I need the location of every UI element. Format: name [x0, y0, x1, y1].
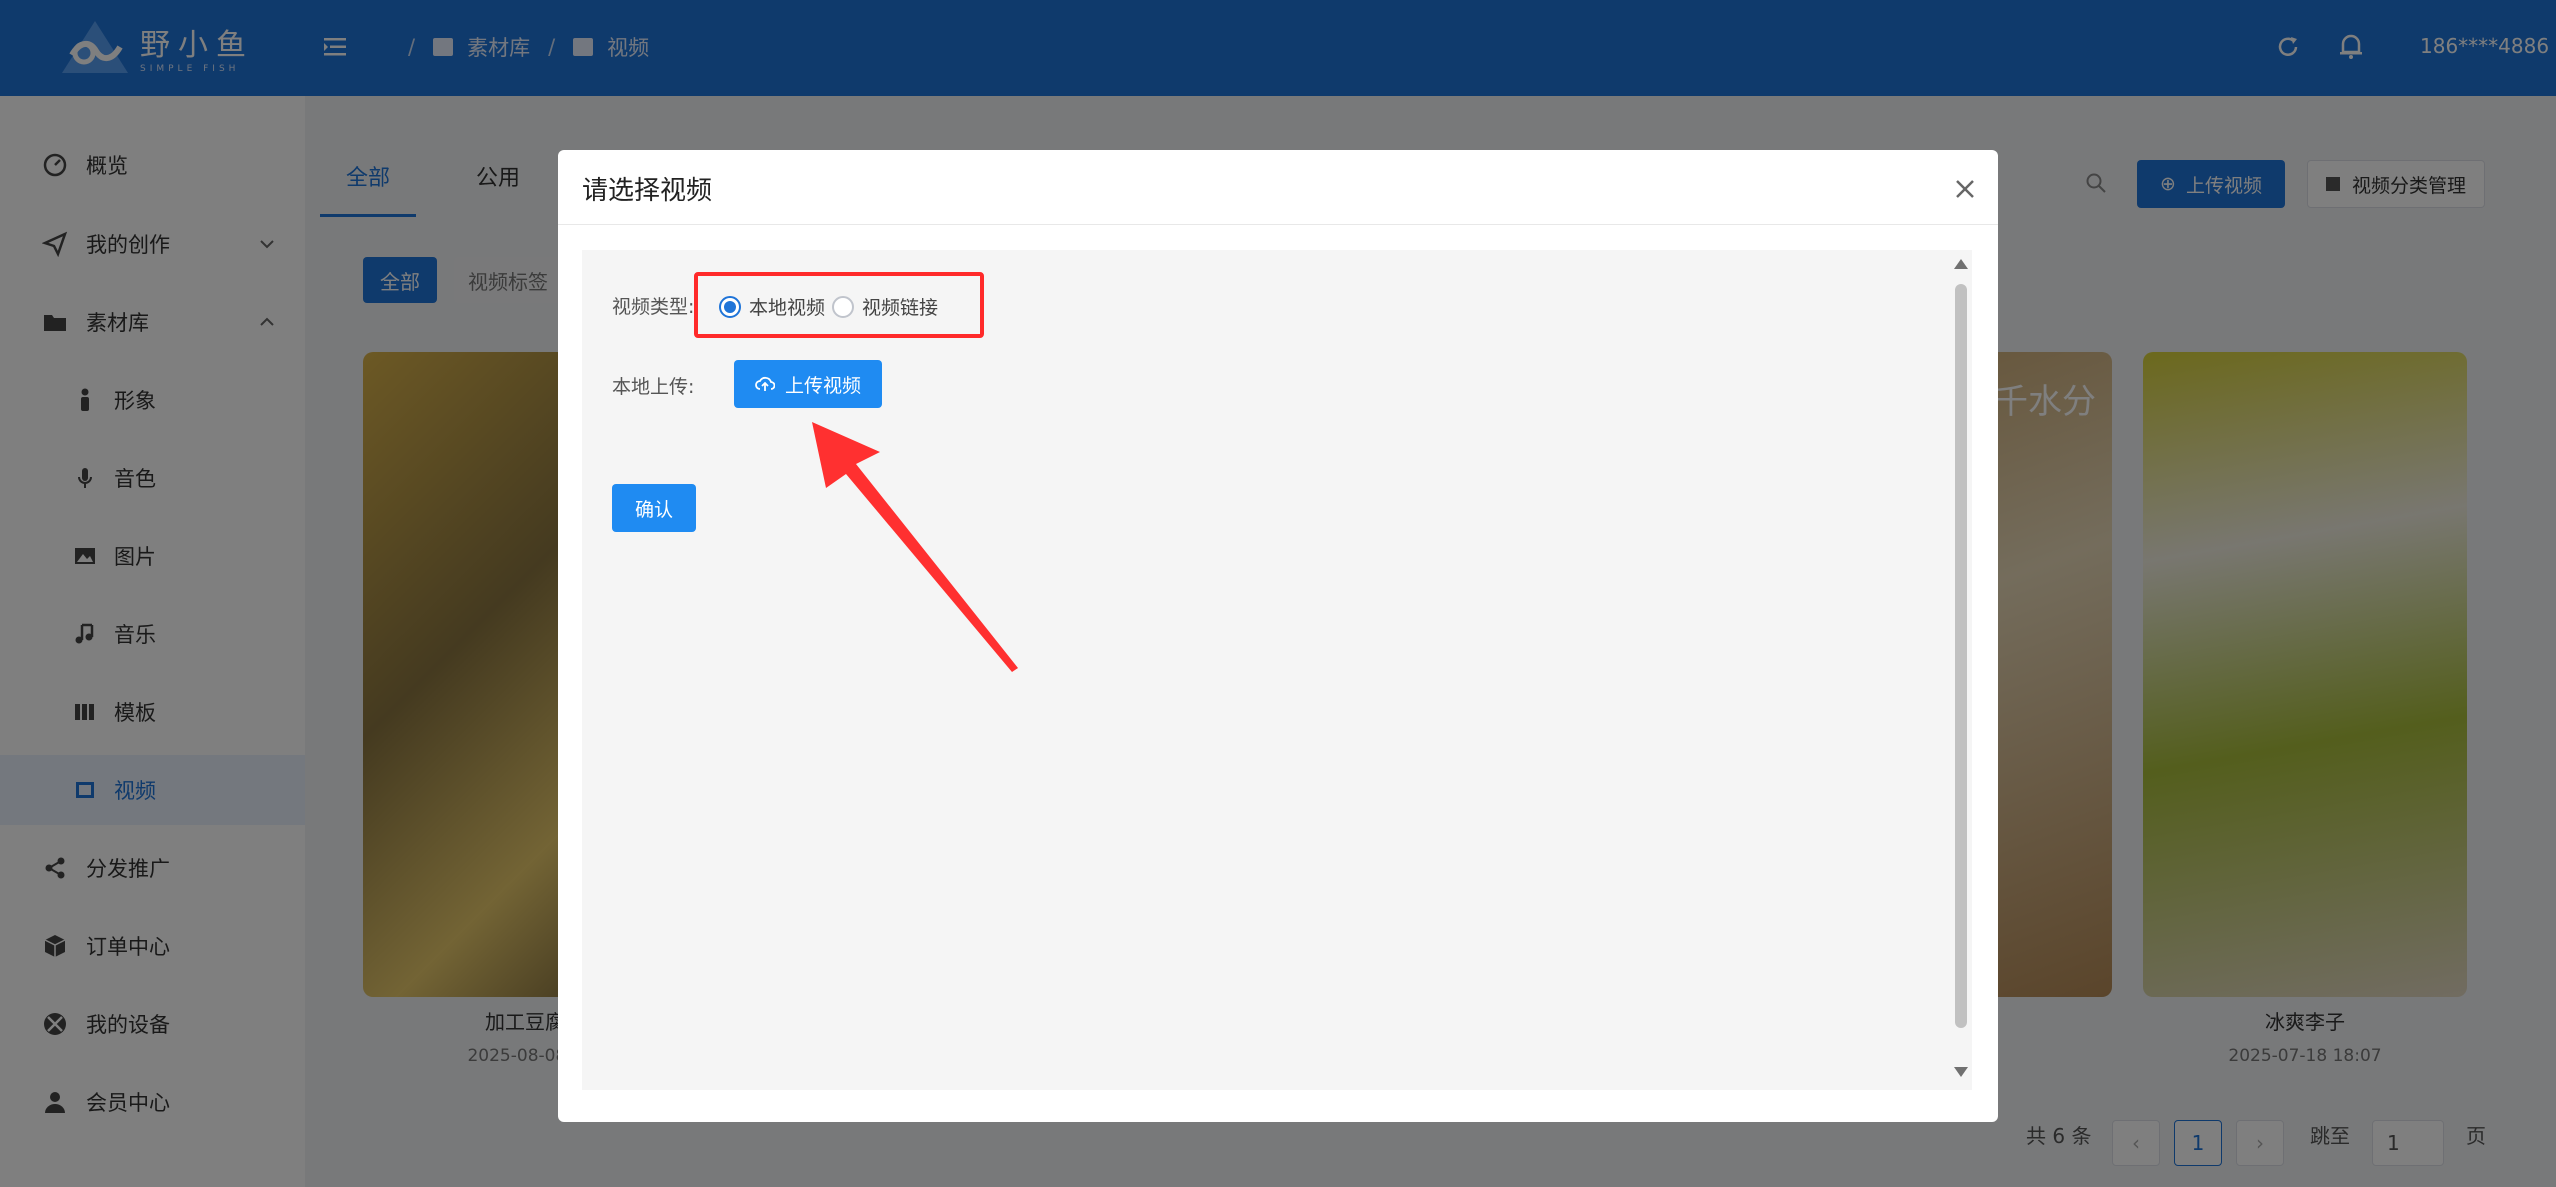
red-arrow-annotation	[812, 422, 1018, 672]
video-type-label: 视频类型:	[612, 296, 695, 318]
local-upload-button[interactable]: 上传视频	[734, 360, 882, 408]
highlight-box	[694, 272, 984, 338]
confirm-button[interactable]: 确认	[612, 484, 696, 532]
scroll-down-arrow-icon[interactable]	[1953, 1066, 1969, 1078]
dialog-title: 请选择视频	[582, 176, 713, 206]
scrollbar-thumb[interactable]	[1955, 284, 1967, 1028]
scroll-up-arrow-icon[interactable]	[1953, 258, 1969, 270]
dialog-divider	[558, 224, 1998, 225]
local-upload-label: 本地上传:	[612, 376, 695, 398]
close-icon[interactable]	[1950, 174, 1980, 204]
cloud-upload-icon	[755, 376, 775, 391]
